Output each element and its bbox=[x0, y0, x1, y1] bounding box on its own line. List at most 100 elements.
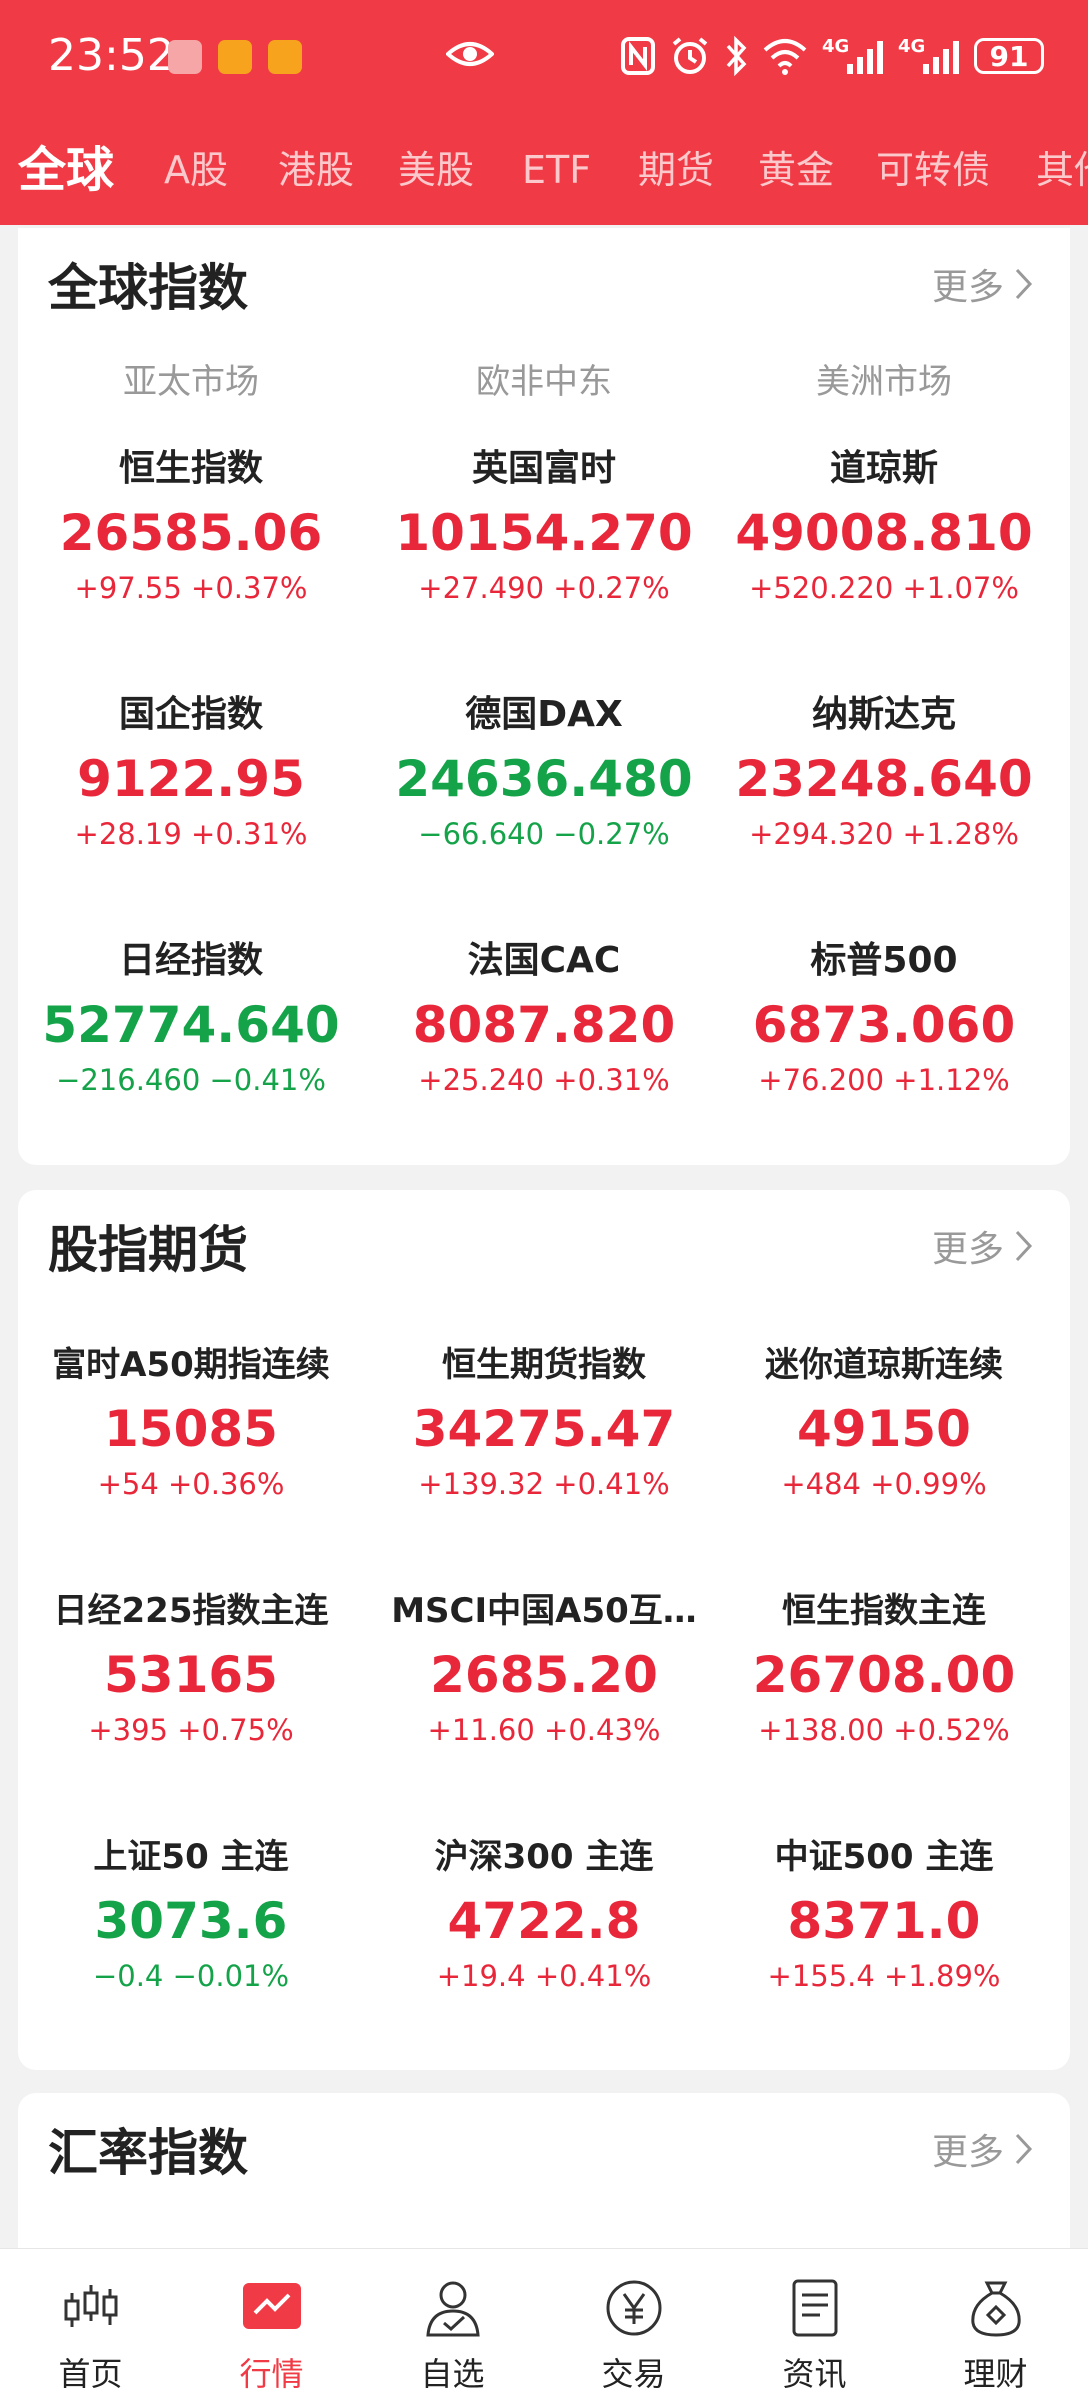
more-link[interactable]: 更多 bbox=[932, 1220, 1034, 1272]
quote-price: 2685.20 bbox=[430, 1646, 658, 1704]
quote-change: −0.4 −0.01% bbox=[92, 1959, 290, 1993]
quote-price: 49008.810 bbox=[735, 504, 1033, 562]
quote-name: 英国富时 bbox=[471, 448, 616, 489]
quote-name: 日经指数 bbox=[118, 940, 263, 981]
quote-price: 3073.6 bbox=[94, 1892, 288, 1950]
chevron-right-icon bbox=[1015, 1230, 1033, 1262]
quote-cell[interactable]: 中证500 主连 8371.0 +155.4 +1.89% bbox=[714, 1832, 1054, 1998]
more-label: 更多 bbox=[931, 2132, 1004, 2173]
quote-price: 8087.820 bbox=[412, 996, 676, 1054]
region-americas[interactable]: 美洲市场 bbox=[714, 354, 1054, 403]
quote-cell[interactable]: 标普500 6873.060 +76.200 +1.12% bbox=[714, 936, 1054, 1102]
quote-cell[interactable]: 国企指数 9122.95 +28.19 +0.31% bbox=[21, 690, 361, 856]
nav-market[interactable]: 行情 bbox=[181, 2249, 362, 2401]
tab-convertible-bonds[interactable]: 可转债 bbox=[876, 130, 990, 210]
quote-cell[interactable]: 恒生期货指数 34275.47 +139.32 +0.41% bbox=[374, 1340, 714, 1506]
quote-cell[interactable]: 德国DAX 24636.480 −66.640 −0.27% bbox=[374, 690, 714, 856]
tab-us-stocks[interactable]: 美股 bbox=[398, 130, 474, 210]
tab-others[interactable]: 其他 bbox=[1036, 130, 1088, 210]
quote-price: 53165 bbox=[104, 1646, 278, 1704]
nav-label: 自选 bbox=[420, 2355, 485, 2393]
region-europe-africa-mideast[interactable]: 欧非中东 bbox=[374, 354, 714, 403]
quote-price: 49150 bbox=[797, 1400, 971, 1458]
tab-gold[interactable]: 黄金 bbox=[758, 130, 834, 210]
battery-icon: 91 bbox=[974, 38, 1044, 74]
nav-wealth[interactable]: 理财 bbox=[905, 2249, 1086, 2401]
quote-cell[interactable]: 道琼斯 49008.810 +520.220 +1.07% bbox=[714, 444, 1054, 610]
eye-comfort-icon bbox=[446, 42, 494, 66]
market-tabs: 全球 A股 港股 美股 ETF 期货 黄金 可转债 其他 bbox=[0, 130, 1088, 210]
tab-futures[interactable]: 期货 bbox=[638, 130, 714, 210]
quote-name: 恒生指数主连 bbox=[782, 1591, 986, 1631]
huawei-notification-icon bbox=[168, 40, 202, 74]
quote-change: +520.220 +1.07% bbox=[749, 571, 1019, 605]
nav-home[interactable]: 首页 bbox=[0, 2249, 181, 2401]
money-bag-icon bbox=[971, 2281, 1021, 2337]
quote-change: +76.200 +1.12% bbox=[758, 1063, 1010, 1097]
nav-watchlist[interactable]: 自选 bbox=[362, 2249, 543, 2401]
nav-label: 理财 bbox=[963, 2355, 1028, 2393]
region-asia-pacific[interactable]: 亚太市场 bbox=[21, 354, 361, 403]
quote-cell[interactable]: 恒生指数主连 26708.00 +138.00 +0.52% bbox=[714, 1586, 1054, 1752]
signal-bars-icon-2 bbox=[923, 41, 959, 74]
section-title: 全球指数 bbox=[48, 259, 248, 317]
tab-etf[interactable]: ETF bbox=[522, 130, 591, 210]
tab-hk-stocks[interactable]: 港股 bbox=[278, 130, 354, 210]
quote-price: 52774.640 bbox=[42, 996, 340, 1054]
quote-cell[interactable]: 上证50 主连 3073.6 −0.4 −0.01% bbox=[21, 1832, 361, 1998]
quote-price: 10154.270 bbox=[395, 504, 693, 562]
status-time: 23:52 bbox=[48, 30, 175, 81]
quote-price: 26708.00 bbox=[752, 1646, 1016, 1704]
quote-name: 德国DAX bbox=[465, 694, 623, 735]
more-label: 更多 bbox=[931, 1229, 1004, 1270]
candlestick-icon bbox=[64, 2285, 118, 2327]
quote-name: 恒生指数 bbox=[118, 448, 263, 489]
nav-trade[interactable]: 交易 bbox=[543, 2249, 724, 2401]
quote-change: +11.60 +0.43% bbox=[427, 1713, 661, 1747]
nav-label: 行情 bbox=[239, 2355, 304, 2393]
signal-bars-icon bbox=[847, 41, 883, 74]
more-link[interactable]: 更多 bbox=[932, 2123, 1034, 2175]
quote-change: −66.640 −0.27% bbox=[418, 817, 670, 851]
signal-1: 4G bbox=[822, 36, 884, 76]
quote-name: 标普500 bbox=[810, 940, 958, 981]
quote-name: 富时A50期指连续 bbox=[52, 1345, 330, 1385]
market-chart-icon bbox=[243, 2283, 301, 2329]
more-link[interactable]: 更多 bbox=[932, 258, 1034, 310]
header: 23:52 4G 4G 91 全球 A股 港股 美股 ETF 期货 黄金 可转债… bbox=[0, 0, 1088, 225]
quote-name: 纳斯达克 bbox=[811, 694, 956, 735]
quote-change: +27.490 +0.27% bbox=[418, 571, 670, 605]
bluetooth-icon bbox=[726, 36, 747, 76]
quote-price: 9122.95 bbox=[77, 750, 305, 808]
quote-cell[interactable]: 恒生指数 26585.06 +97.55 +0.37% bbox=[21, 444, 361, 610]
tab-a-shares[interactable]: A股 bbox=[164, 130, 228, 210]
quote-change: +28.19 +0.31% bbox=[74, 817, 308, 851]
quote-cell[interactable]: 日经指数 52774.640 −216.460 −0.41% bbox=[21, 936, 361, 1102]
quote-name: 迷你道琼斯连续 bbox=[765, 1345, 1003, 1385]
tab-global[interactable]: 全球 bbox=[18, 130, 114, 210]
quote-cell[interactable]: 沪深300 主连 4722.8 +19.4 +0.41% bbox=[374, 1832, 714, 1998]
quote-price: 8371.0 bbox=[787, 1892, 981, 1950]
chevron-right-icon bbox=[1015, 268, 1033, 300]
quote-change: +19.4 +0.41% bbox=[436, 1959, 652, 1993]
quote-change: +25.240 +0.31% bbox=[418, 1063, 670, 1097]
section-title: 汇率指数 bbox=[48, 2124, 248, 2182]
quote-change: +97.55 +0.37% bbox=[74, 571, 308, 605]
quote-name: 沪深300 主连 bbox=[434, 1837, 654, 1877]
more-label: 更多 bbox=[931, 267, 1004, 308]
quote-cell[interactable]: 英国富时 10154.270 +27.490 +0.27% bbox=[374, 444, 714, 610]
quote-cell[interactable]: 日经225指数主连 53165 +395 +0.75% bbox=[21, 1586, 361, 1752]
quote-cell[interactable]: MSCI中国A50互… 2685.20 +11.60 +0.43% bbox=[374, 1586, 714, 1752]
nav-news[interactable]: 资讯 bbox=[724, 2249, 905, 2401]
quote-cell[interactable]: 纳斯达克 23248.640 +294.320 +1.28% bbox=[714, 690, 1054, 856]
quote-cell[interactable]: 法国CAC 8087.820 +25.240 +0.31% bbox=[374, 936, 714, 1102]
nav-label: 交易 bbox=[601, 2355, 666, 2393]
quote-cell[interactable]: 迷你道琼斯连续 49150 +484 +0.99% bbox=[714, 1340, 1054, 1506]
quote-cell[interactable]: 富时A50期指连续 15085 +54 +0.36% bbox=[21, 1340, 361, 1506]
quote-name: 道琼斯 bbox=[829, 448, 938, 489]
chevron-right-icon bbox=[1015, 2133, 1033, 2165]
document-icon bbox=[792, 2279, 838, 2337]
app-notification-icon-2 bbox=[268, 40, 302, 74]
battery-level: 91 bbox=[989, 39, 1029, 73]
quote-change: +484 +0.99% bbox=[781, 1467, 987, 1501]
